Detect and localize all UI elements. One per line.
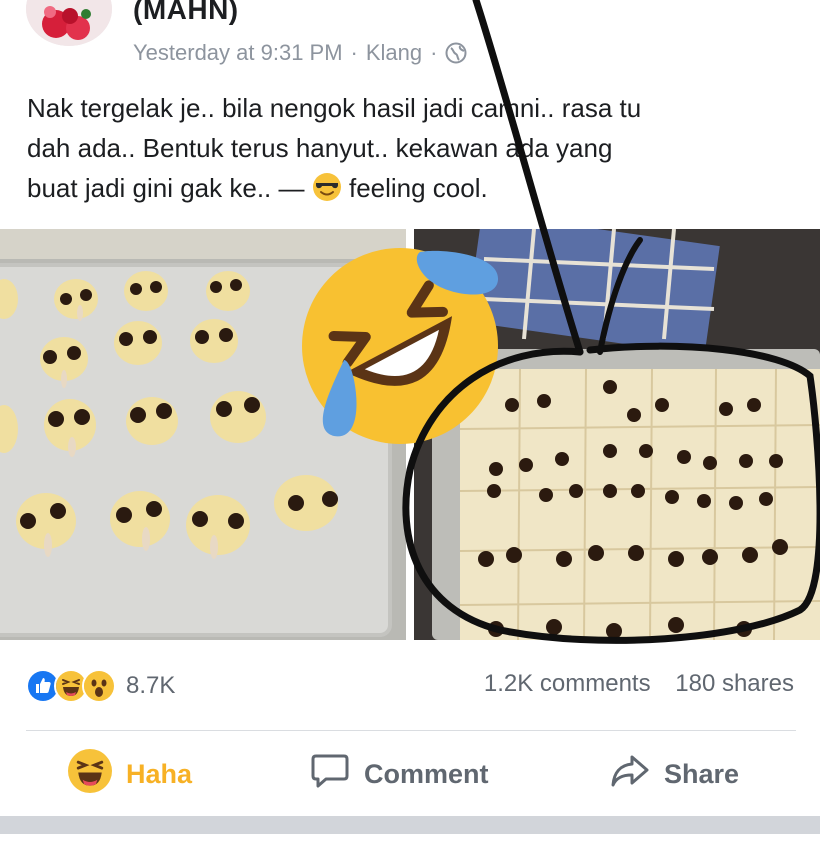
post-text-line-feeling: buat jadi gini gak ke.. — feeling cool. xyxy=(27,168,797,208)
share-icon xyxy=(610,753,650,796)
share-label: Share xyxy=(664,758,740,789)
globe-icon xyxy=(445,42,467,64)
wow-icon xyxy=(82,669,116,703)
shares-count[interactable]: 180 shares xyxy=(675,670,794,697)
meta-separator: · xyxy=(430,40,438,65)
haha-icon xyxy=(68,748,112,800)
post-text: Nak tergelak je.. bila nengok hasil jadi… xyxy=(27,88,797,208)
post-actions: Haha Comment Share xyxy=(26,740,796,808)
post-text-line: dah ada.. Bentuk terus hanyut.. kekawan … xyxy=(27,133,613,163)
meta-separator: · xyxy=(350,40,358,65)
engagement-counts: 1.2K comments 180 shares xyxy=(484,670,794,698)
facebook-post: (MAHN) Yesterday at 9:31 PM · Klang · Na… xyxy=(0,0,820,844)
reaction-count[interactable]: 8.7K xyxy=(126,672,175,700)
feed-separator xyxy=(0,816,820,834)
author-avatar[interactable] xyxy=(26,0,112,46)
divider xyxy=(26,730,796,731)
post-time[interactable]: Yesterday at 9:31 PM xyxy=(133,40,343,66)
feeling-text[interactable]: feeling cool. xyxy=(349,173,488,203)
haha-label: Haha xyxy=(126,758,193,789)
comment-button[interactable]: Comment xyxy=(310,740,489,808)
post-stats: 8.7K 1.2K comments 180 shares xyxy=(26,666,796,706)
author-name[interactable]: (MAHN) xyxy=(133,0,239,26)
post-text-line: buat jadi gini gak ke.. — xyxy=(27,173,305,203)
post-location[interactable]: Klang xyxy=(366,40,422,66)
post-text-line: Nak tergelak je.. bila nengok hasil jadi… xyxy=(27,93,642,123)
reactions-summary[interactable]: 8.7K xyxy=(26,666,175,706)
rolling-on-floor-laughing-icon xyxy=(300,240,506,446)
comment-label: Comment xyxy=(364,758,489,789)
comments-count[interactable]: 1.2K comments xyxy=(484,670,651,697)
share-button[interactable]: Share xyxy=(610,740,739,808)
haha-button[interactable]: Haha xyxy=(68,740,192,808)
post-meta: Yesterday at 9:31 PM · Klang · xyxy=(133,40,467,66)
comment-icon xyxy=(310,752,350,797)
sunglasses-emoji-icon xyxy=(312,172,342,202)
